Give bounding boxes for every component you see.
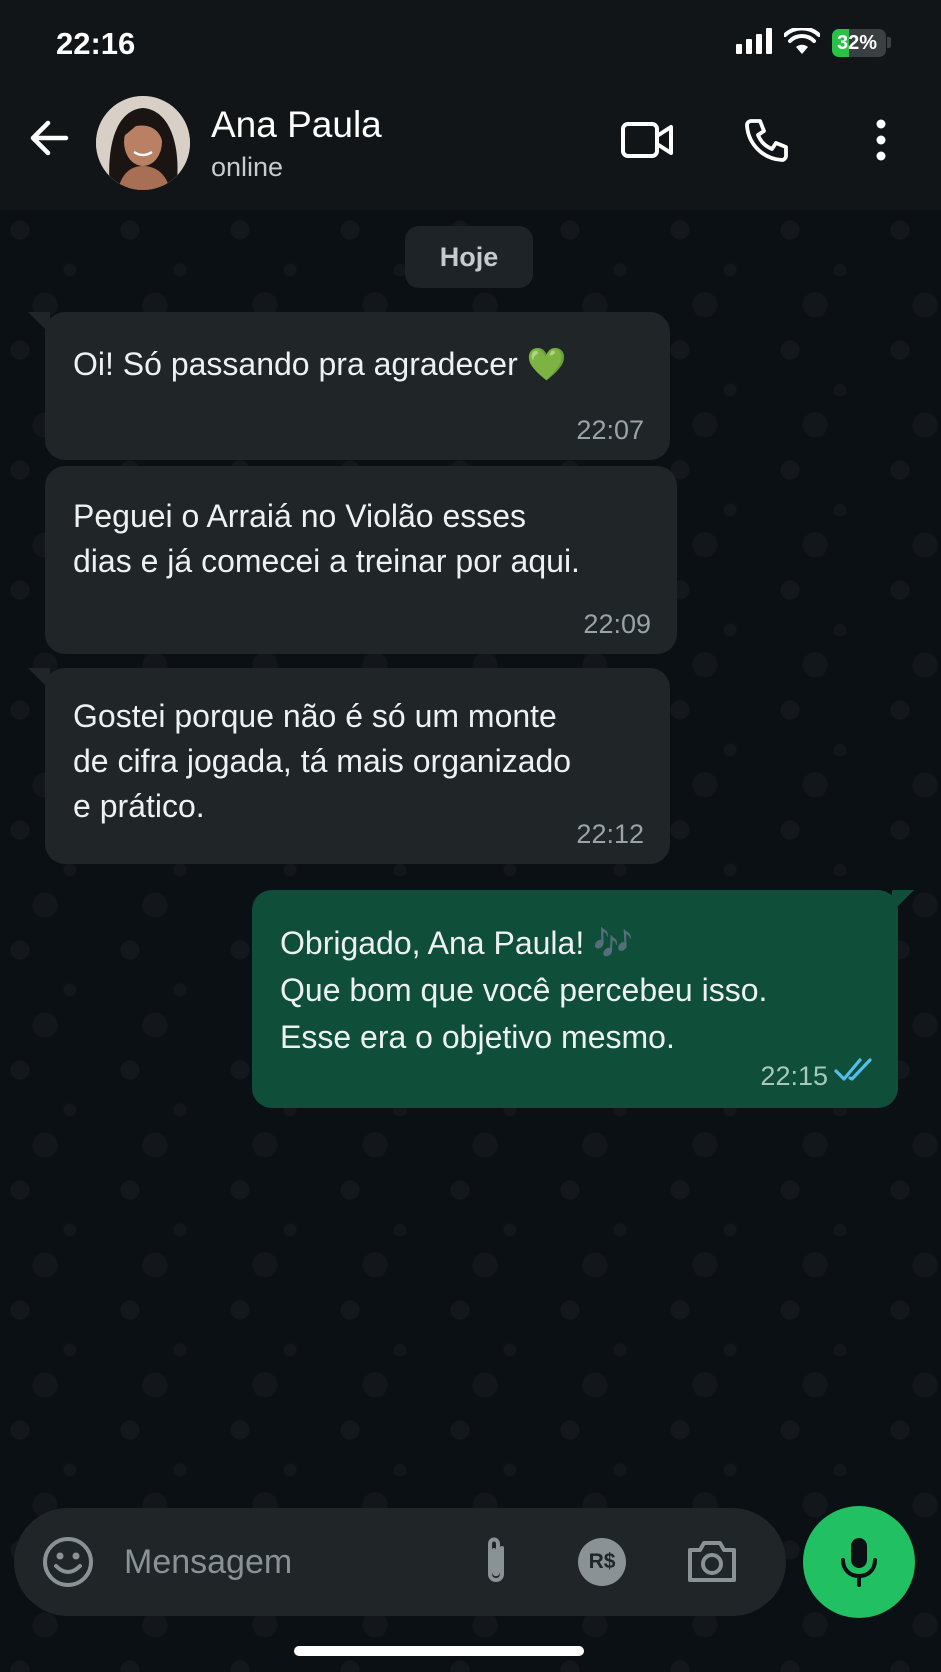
camera-icon: [688, 1541, 736, 1582]
message-time: 22:15: [760, 1061, 828, 1091]
contact-status: online: [211, 152, 284, 182]
home-indicator[interactable]: [294, 1646, 584, 1656]
back-arrow-icon: [30, 120, 69, 156]
message-composer: R$: [14, 1508, 786, 1616]
video-call-button[interactable]: [615, 108, 679, 172]
chat-header: Ana Paula online: [0, 88, 941, 210]
message-input[interactable]: [124, 1534, 454, 1590]
message-bubble-outgoing[interactable]: Obrigado, Ana Paula! 🎶 Que bom que você …: [252, 890, 898, 1108]
message-text: Peguei o Arraiá no Violão esses dias e j…: [73, 498, 580, 579]
voice-call-button[interactable]: [735, 108, 799, 172]
attach-icon: [488, 1537, 504, 1582]
status-time: 22:16: [56, 26, 136, 61]
contact-name[interactable]: Ana Paula: [211, 104, 382, 146]
camera-button[interactable]: [682, 1532, 742, 1592]
message-text: Oi! Só passando pra agradecer 💚: [73, 346, 567, 382]
message-bubble-incoming[interactable]: Peguei o Arraiá no Violão esses dias e j…: [45, 466, 677, 654]
music-notes-emoji: 🎶: [593, 925, 633, 961]
battery-cap: [887, 37, 891, 48]
attach-button[interactable]: [464, 1530, 528, 1594]
mic-icon: [841, 1538, 877, 1587]
message-bubble-incoming[interactable]: Gostei porque não é só um monte de cifra…: [45, 668, 670, 864]
currency-label: R$: [588, 1550, 616, 1573]
avatar-photo: [96, 96, 190, 190]
avatar[interactable]: [96, 96, 190, 190]
green-heart-emoji: 💚: [526, 346, 567, 382]
date-separator: Hoje: [405, 226, 533, 288]
message-time: 22:09: [583, 609, 651, 639]
message-bubble-incoming[interactable]: Oi! Só passando pra agradecer 💚 22:07: [45, 312, 670, 460]
battery-percent: 32%: [836, 32, 878, 54]
message-time: 22:12: [576, 819, 644, 849]
wifi-icon: [784, 28, 820, 54]
status-bar: 22:16 32%: [0, 0, 941, 88]
phone-icon: [745, 119, 788, 162]
message-text: Gostei porque não é só um monte de cifra…: [73, 698, 572, 824]
battery-icon: 32%: [832, 29, 886, 57]
emoji-icon: [43, 1537, 93, 1587]
signal-icon: [736, 28, 772, 54]
emoji-button[interactable]: [40, 1534, 96, 1590]
message-time: 22:07: [576, 415, 644, 445]
more-vertical-icon: [876, 119, 886, 161]
message-text: Obrigado, Ana Paula! 🎶 Que bom que você …: [280, 925, 768, 1055]
back-button[interactable]: [24, 112, 76, 164]
voice-message-button[interactable]: [803, 1506, 915, 1618]
video-call-icon: [621, 122, 673, 158]
read-ticks-icon: [834, 1058, 872, 1081]
payment-button[interactable]: R$: [574, 1534, 630, 1590]
more-options-button[interactable]: [849, 108, 913, 172]
